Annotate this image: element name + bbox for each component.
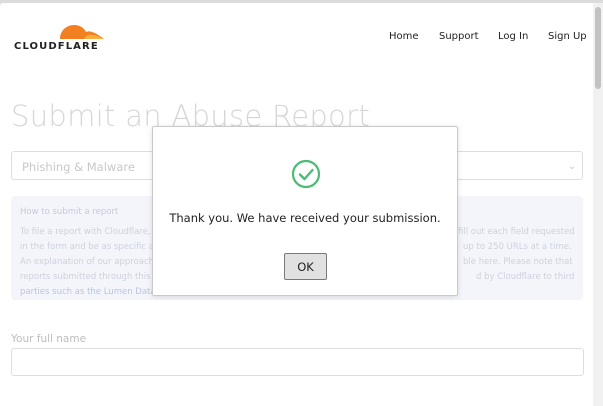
- instructions-line-right: d by Cloudflare to third: [476, 272, 575, 282]
- scrollbar-thumb[interactable]: [595, 7, 601, 89]
- page: CLOUDFLARE Home Support Log In Sign Up S…: [0, 3, 593, 406]
- cloud-logo-icon: [60, 25, 104, 39]
- logo-wordmark: CLOUDFLARE: [14, 41, 99, 52]
- instructions-line-right: ble here. Please note that: [463, 257, 573, 267]
- instructions-line: reports submitted through this fo: [20, 272, 162, 282]
- instructions-line: in the form and be as specific as p: [20, 242, 167, 252]
- lumen-database-link[interactable]: parties such as the Lumen Databa: [20, 287, 166, 297]
- nav-support[interactable]: Support: [439, 31, 479, 42]
- nav-log-in[interactable]: Log In: [498, 31, 528, 42]
- full-name-input[interactable]: [11, 348, 584, 376]
- instructions-line: To file a report with Cloudflare, pl: [20, 227, 162, 237]
- chevron-down-icon: ⌄: [567, 161, 576, 172]
- ok-button[interactable]: OK: [284, 253, 327, 280]
- cloudflare-logo[interactable]: [14, 17, 106, 43]
- full-name-label: Your full name: [11, 333, 87, 345]
- submission-dialog: Thank you. We have received your submiss…: [152, 126, 458, 296]
- instructions-line-right: fill out each field requested: [458, 227, 575, 237]
- check-circle-icon: [291, 159, 321, 193]
- nav-sign-up[interactable]: Sign Up: [548, 31, 587, 42]
- instructions-line: An explanation of our approach t: [20, 257, 161, 267]
- nav-home[interactable]: Home: [389, 31, 419, 42]
- report-type-value: Phishing & Malware: [22, 160, 135, 174]
- dialog-message: Thank you. We have received your submiss…: [169, 211, 441, 225]
- vertical-scrollbar[interactable]: [593, 3, 603, 406]
- instructions-line-right: up to 250 URLs at a time.: [463, 242, 572, 252]
- instructions-title: How to submit a report: [20, 207, 119, 217]
